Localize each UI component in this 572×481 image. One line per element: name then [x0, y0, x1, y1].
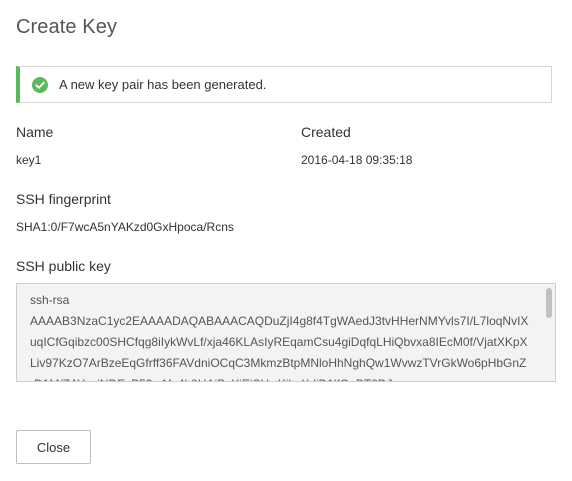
check-circle-icon: [32, 77, 48, 93]
public-key-text[interactable]: ssh-rsa AAAAB3NzaC1yc2EAAAADAQABAAACAQDu…: [30, 290, 530, 381]
name-value: key1: [16, 153, 42, 167]
created-value: 2016-04-18 09:35:18: [301, 153, 413, 167]
public-key-textarea[interactable]: ssh-rsa AAAAB3NzaC1yc2EAAAADAQABAAACAQDu…: [16, 283, 556, 382]
scrollbar-thumb[interactable]: [546, 288, 552, 318]
public-key-label: SSH public key: [16, 258, 111, 274]
name-label: Name: [16, 124, 54, 140]
alert-message: A new key pair has been generated.: [59, 77, 267, 92]
fingerprint-value: SHA1:0/F7wcA5nYAKzd0GxHpoca/Rcns: [16, 220, 234, 234]
close-button[interactable]: Close: [16, 430, 91, 464]
success-alert: A new key pair has been generated.: [16, 66, 552, 103]
dialog-title: Create Key: [16, 16, 118, 38]
fingerprint-label: SSH fingerprint: [16, 191, 111, 207]
create-key-dialog: Create Key A new key pair has been gener…: [0, 0, 572, 481]
created-label: Created: [301, 124, 351, 140]
